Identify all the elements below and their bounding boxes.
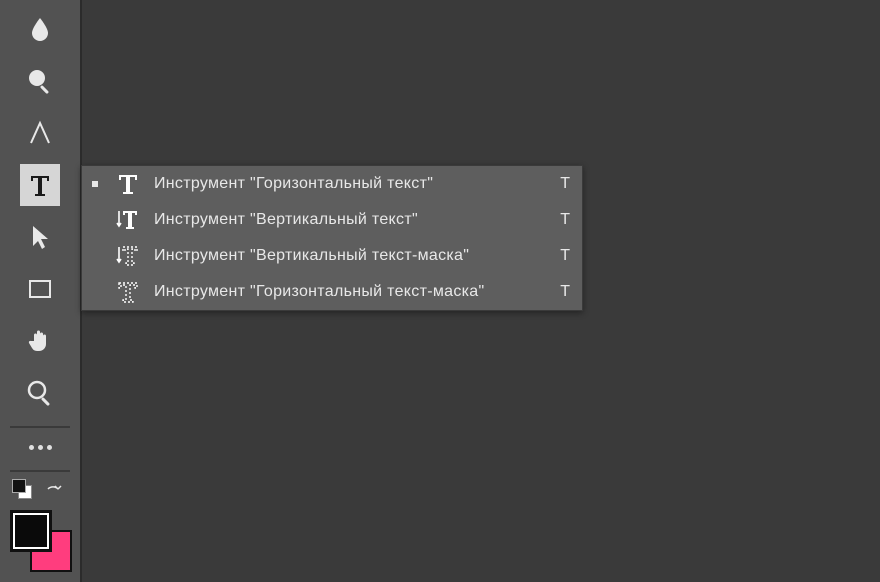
hand-tool[interactable]: [20, 320, 60, 362]
flyout-item-shortcut: T: [540, 247, 570, 265]
zoom-icon: [26, 379, 54, 407]
toolbar-divider-2: [10, 470, 70, 472]
toolbar-divider: [10, 426, 70, 428]
rectangle-tool[interactable]: [20, 268, 60, 310]
type-tool[interactable]: [20, 164, 60, 206]
dodge-tool[interactable]: [20, 60, 60, 102]
zoom-tool[interactable]: [20, 372, 60, 414]
hand-icon: [26, 327, 54, 355]
flyout-item-shortcut: T: [540, 211, 570, 229]
flyout-item-label: Инструмент "Вертикальный текст": [148, 211, 540, 229]
selected-indicator: [82, 181, 108, 187]
mini-foreground-icon: [12, 479, 26, 493]
vertical-type-mask-icon: [108, 243, 148, 269]
flyout-item-vertical-type[interactable]: Инструмент "Вертикальный текст" T: [82, 202, 582, 238]
flyout-item-horizontal-type-mask[interactable]: Инструмент "Горизонтальный текст-маска" …: [82, 274, 582, 310]
rectangle-icon: [26, 275, 54, 303]
flyout-item-shortcut: T: [540, 283, 570, 301]
flyout-item-label: Инструмент "Горизонтальный текст": [148, 175, 540, 193]
type-tool-flyout: Инструмент "Горизонтальный текст" T Инст…: [81, 165, 583, 311]
ellipsis-icon: [29, 445, 52, 450]
swap-colors[interactable]: [44, 481, 66, 503]
flyout-item-label: Инструмент "Горизонтальный текст-маска": [148, 283, 540, 301]
toolbar: [0, 0, 82, 582]
pen-icon: [26, 119, 54, 147]
path-selection-tool[interactable]: [20, 216, 60, 258]
flyout-item-vertical-type-mask[interactable]: Инструмент "Вертикальный текст-маска" T: [82, 238, 582, 274]
flyout-item-horizontal-type[interactable]: Инструмент "Горизонтальный текст" T: [82, 166, 582, 202]
blur-tool[interactable]: [20, 8, 60, 50]
magnifier-dark-icon: [26, 67, 54, 95]
horizontal-type-icon: [108, 171, 148, 197]
default-colors[interactable]: [12, 479, 32, 499]
droplet-icon: [26, 15, 54, 43]
flyout-item-label: Инструмент "Вертикальный текст-маска": [148, 247, 540, 265]
more-tools[interactable]: [20, 432, 60, 462]
foreground-swatch[interactable]: [10, 510, 52, 552]
pen-tool[interactable]: [20, 112, 60, 154]
arrow-cursor-icon: [26, 223, 54, 251]
flyout-item-shortcut: T: [540, 175, 570, 193]
horizontal-type-mask-icon: [108, 279, 148, 305]
type-icon: [26, 171, 54, 199]
vertical-type-icon: [108, 207, 148, 233]
color-swatches: [10, 510, 70, 570]
